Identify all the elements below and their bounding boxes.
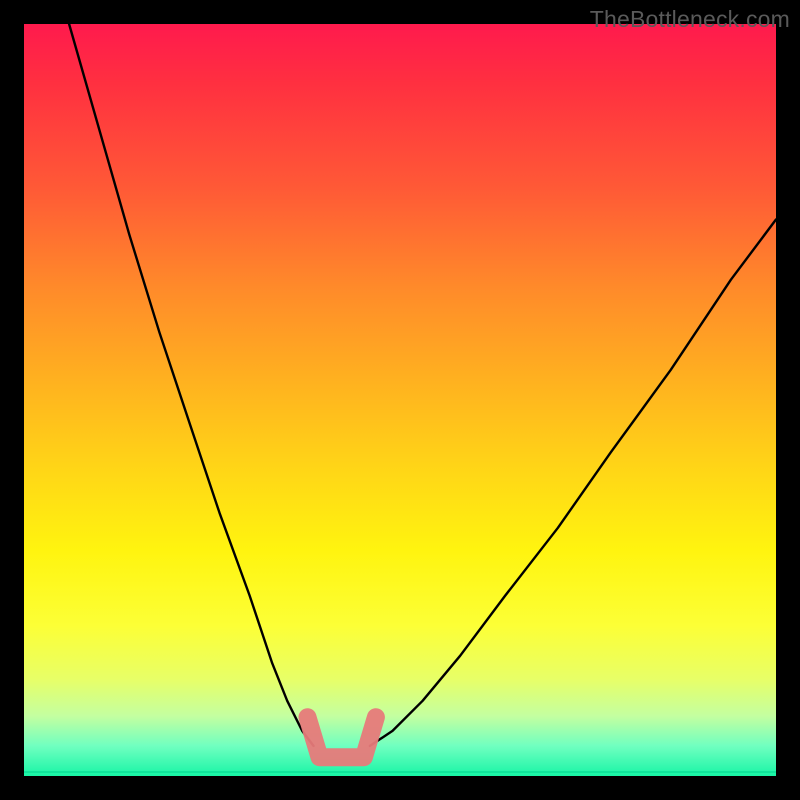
- watermark-text: TheBottleneck.com: [590, 6, 790, 33]
- right-curve: [370, 220, 776, 746]
- left-curve: [69, 24, 313, 746]
- trough-marker: [308, 717, 376, 757]
- chart-svg: [24, 24, 776, 776]
- chart-frame: [24, 24, 776, 776]
